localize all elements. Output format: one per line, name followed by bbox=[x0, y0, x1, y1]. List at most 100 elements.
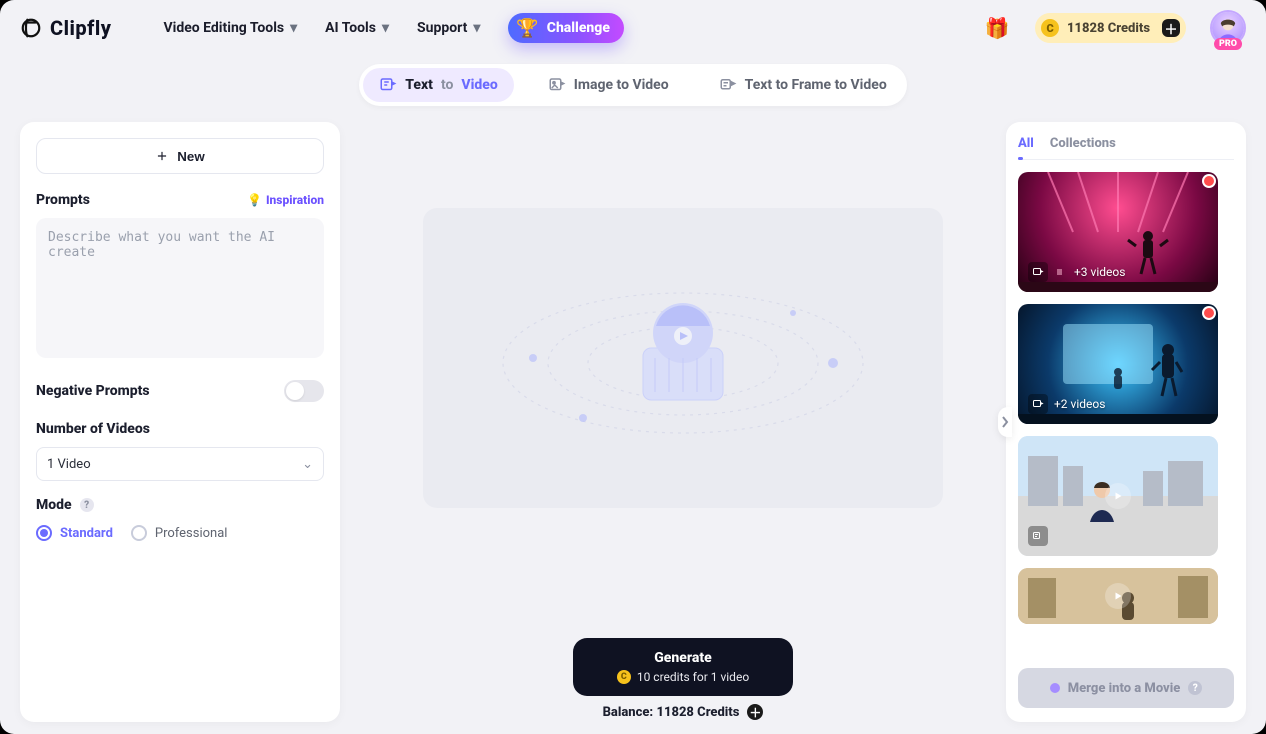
radio-dot bbox=[36, 525, 52, 541]
numvideos-section: Number of Videos 1 Video ⌄ bbox=[36, 418, 324, 481]
right-tabs: All Collections bbox=[1018, 136, 1234, 160]
generate-title: Generate bbox=[654, 650, 711, 666]
pro-badge: PRO bbox=[1214, 38, 1242, 50]
prompts-title: Prompts bbox=[36, 192, 90, 208]
play-icon bbox=[1105, 583, 1131, 609]
tab-t2v-text: Text bbox=[405, 77, 433, 93]
mode-tabs: Text to Video Image to Video Text to Fra… bbox=[359, 64, 906, 106]
mode-radios: Standard Professional bbox=[36, 525, 324, 541]
plus-icon bbox=[155, 149, 169, 163]
bulb-icon: 💡 bbox=[247, 193, 262, 207]
tab-t2v-video: Video bbox=[461, 77, 497, 93]
chevron-down-icon: ⌄ bbox=[302, 457, 313, 472]
help-icon: ? bbox=[1188, 681, 1202, 695]
balance-row: Balance: 11828 Credits ＋ bbox=[603, 704, 764, 720]
right-tab-all[interactable]: All bbox=[1018, 136, 1034, 151]
right-tab-collections[interactable]: Collections bbox=[1050, 136, 1116, 151]
inspiration-link[interactable]: 💡 Inspiration bbox=[247, 193, 324, 207]
mode-tabs-row: Text to Video Image to Video Text to Fra… bbox=[0, 64, 1266, 106]
chevron-down-icon: ▾ bbox=[382, 20, 389, 36]
coin-icon: C bbox=[1041, 19, 1059, 37]
mode-professional[interactable]: Professional bbox=[131, 525, 228, 541]
help-icon[interactable]: ? bbox=[80, 498, 94, 512]
nav-ai-tools[interactable]: AI Tools ▾ bbox=[325, 20, 389, 36]
layout: New Prompts 💡 Inspiration Negative Promp… bbox=[0, 106, 1266, 734]
gift-icon[interactable]: 🎁 bbox=[983, 14, 1011, 42]
text-to-frame-to-video-icon bbox=[719, 76, 737, 94]
chevron-down-icon: ▾ bbox=[473, 20, 480, 36]
preview-stage bbox=[423, 208, 943, 508]
thumb-street-girl[interactable] bbox=[1018, 436, 1218, 556]
thumb-concert-blue[interactable]: +2 videos bbox=[1018, 304, 1218, 424]
merge-orb-icon bbox=[1050, 683, 1060, 693]
generate-button[interactable]: Generate C 10 credits for 1 video bbox=[573, 638, 793, 696]
prompt-input[interactable] bbox=[36, 218, 324, 358]
center-area: Generate C 10 credits for 1 video Balanc… bbox=[376, 122, 990, 722]
new-label: New bbox=[177, 149, 204, 164]
brand-text: Clipfly bbox=[50, 16, 112, 40]
negative-toggle[interactable] bbox=[284, 380, 324, 402]
tab-i2v-label: Image to Video bbox=[574, 77, 669, 93]
merge-label: Merge into a Movie bbox=[1068, 681, 1181, 696]
empty-state-illustration bbox=[473, 228, 893, 488]
generate-sub: 10 credits for 1 video bbox=[637, 670, 749, 684]
mode-title: Mode bbox=[36, 497, 72, 513]
nav-support-label: Support bbox=[417, 20, 467, 36]
play-icon bbox=[1105, 483, 1131, 509]
thumb-count-label: +2 videos bbox=[1054, 397, 1105, 411]
brand[interactable]: Clipfly bbox=[20, 16, 112, 40]
image-to-video-icon bbox=[1028, 394, 1048, 414]
avatar[interactable]: PRO bbox=[1210, 10, 1246, 46]
tab-image-to-video[interactable]: Image to Video bbox=[532, 68, 685, 102]
logo-icon bbox=[20, 17, 42, 39]
plus-icon[interactable]: ＋ bbox=[1162, 19, 1180, 37]
thumb-market[interactable] bbox=[1018, 568, 1218, 624]
chevron-down-icon: ▾ bbox=[290, 20, 297, 36]
image-to-video-icon bbox=[548, 76, 566, 94]
radio-dot bbox=[131, 525, 147, 541]
tab-tfv-label: Text to Frame to Video bbox=[745, 77, 887, 93]
mode-professional-label: Professional bbox=[155, 526, 228, 541]
left-panel: New Prompts 💡 Inspiration Negative Promp… bbox=[20, 122, 340, 722]
new-button[interactable]: New bbox=[36, 138, 324, 174]
mode-standard[interactable]: Standard bbox=[36, 525, 113, 541]
nav-ai-tools-label: AI Tools bbox=[325, 20, 376, 36]
chevron-right-icon bbox=[1001, 416, 1009, 428]
tab-text-frame-video[interactable]: Text to Frame to Video bbox=[703, 68, 903, 102]
thumbnails[interactable]: +3 videos bbox=[1018, 172, 1234, 660]
nav-challenge-label: Challenge bbox=[547, 20, 610, 36]
merge-button[interactable]: Merge into a Movie ? bbox=[1018, 668, 1234, 708]
inspiration-label: Inspiration bbox=[266, 193, 324, 207]
image-to-video-icon bbox=[1028, 262, 1048, 282]
collapse-handle[interactable] bbox=[998, 407, 1012, 437]
nav-video-editing[interactable]: Video Editing Tools ▾ bbox=[164, 20, 298, 36]
prompts-header: Prompts 💡 Inspiration bbox=[36, 192, 324, 208]
nav-support[interactable]: Support ▾ bbox=[417, 20, 480, 36]
credits-pill[interactable]: C 11828 Credits ＋ bbox=[1035, 13, 1186, 43]
tab-t2v-to: to bbox=[441, 77, 453, 93]
trophy-icon: 🏆 bbox=[516, 18, 538, 39]
generate-wrap: Generate C 10 credits for 1 video Balanc… bbox=[573, 638, 793, 720]
negative-title: Negative Prompts bbox=[36, 383, 150, 399]
nav: Video Editing Tools ▾ AI Tools ▾ Support… bbox=[164, 13, 624, 43]
negative-row: Negative Prompts bbox=[36, 380, 324, 402]
stack-icon bbox=[1054, 262, 1068, 282]
thumb-stage-pink[interactable]: +3 videos bbox=[1018, 172, 1218, 292]
tab-text-to-video[interactable]: Text to Video bbox=[363, 68, 514, 102]
balance-label: Balance: 11828 Credits bbox=[603, 705, 740, 720]
credits-label: 11828 Credits bbox=[1067, 21, 1150, 36]
right-panel: All Collections bbox=[1006, 122, 1246, 722]
app-shell: Clipfly Video Editing Tools ▾ AI Tools ▾… bbox=[0, 0, 1266, 734]
coin-icon: C bbox=[617, 670, 631, 684]
mode-row: Mode ? bbox=[36, 497, 324, 513]
numvideos-select[interactable]: 1 Video ⌄ bbox=[36, 447, 324, 481]
topbar: Clipfly Video Editing Tools ▾ AI Tools ▾… bbox=[0, 0, 1266, 56]
numvideos-title: Number of Videos bbox=[36, 421, 150, 437]
nav-challenge[interactable]: 🏆 Challenge bbox=[508, 13, 624, 43]
thumb-count-label: +3 videos bbox=[1074, 265, 1125, 279]
text-to-video-icon bbox=[379, 76, 397, 94]
mode-standard-label: Standard bbox=[60, 526, 113, 541]
add-credits-button[interactable]: ＋ bbox=[747, 704, 763, 720]
numvideos-value: 1 Video bbox=[47, 457, 91, 472]
nav-video-editing-label: Video Editing Tools bbox=[164, 20, 285, 36]
